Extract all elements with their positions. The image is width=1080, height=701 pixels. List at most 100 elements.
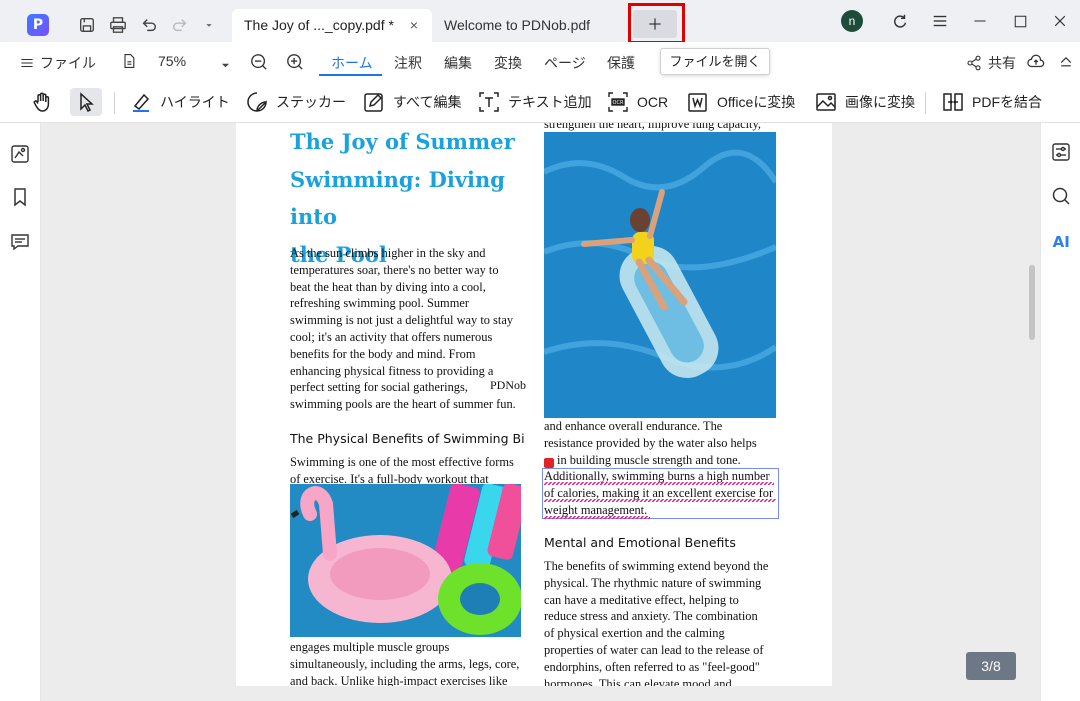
highlighter-icon [133,93,150,112]
page-indicator: 3/8 [966,652,1016,680]
text-line: of physical exertion and the calming [544,626,725,641]
bookmark-icon[interactable] [9,186,31,208]
tab-page[interactable]: ページ [544,53,586,73]
convert-to-office-button[interactable]: Officeに変換 [687,88,795,116]
share-button[interactable]: 共有 [966,53,1016,73]
tab-convert[interactable]: 変換 [494,53,522,73]
share-icon [967,55,981,71]
text-line: cool; it's an activity that offers numer… [290,329,493,344]
toolbar-divider [925,92,926,114]
text-line: benefits for the body and mind. From [290,346,476,361]
page-fit-icon[interactable] [121,53,137,72]
convert-to-image-button[interactable]: 画像に変換 [815,88,915,116]
squiggly-underline [544,482,774,485]
sync-icon[interactable] [890,11,910,31]
note-annotation-icon[interactable] [544,458,554,468]
mental-benefits-heading: Mental and Emotional Benefits [544,535,736,550]
text-line: enhancing physical fitness to providing … [290,363,494,378]
text-line: engages multiple muscle groups [290,640,450,654]
physical-paragraph-top: Swimming is one of the most effective fo… [290,454,530,488]
properties-panel-icon[interactable] [1050,141,1072,163]
select-tool-button[interactable] [70,88,102,116]
vertical-scrollbar-thumb[interactable] [1029,265,1035,340]
text-line: swimming pools are the heart of summer f… [290,397,516,412]
ocr-button[interactable]: OCR OCR [607,88,668,116]
svg-text:OCR: OCR [613,100,624,106]
plus-icon [649,18,661,30]
menu-bar: ファイル 75% ホーム 注釈 編集 変換 ページ 保護 共有 [0,42,1080,82]
left-sidebar [0,123,41,701]
tab-edit[interactable]: 編集 [444,53,472,73]
minimize-icon[interactable] [970,11,990,31]
text-line: simultaneously, including the arms, legs… [290,656,520,671]
thumbnails-icon[interactable] [9,143,31,165]
redo-icon[interactable] [169,14,191,36]
zoom-dropdown-icon[interactable] [221,57,230,73]
highlight-button[interactable]: ハイライト [130,88,230,116]
merge-pdf-button[interactable]: PDFを結合 [942,88,1042,116]
undo-icon[interactable] [138,14,160,36]
pdnob-watermark: PDNob [490,378,527,392]
convert-to-image-label: 画像に変換 [845,94,915,110]
sticker-label: ステッカー [276,94,346,110]
ocr-icon: OCR [608,92,628,112]
edit-all-label: すべて編集 [393,94,462,110]
cloud-upload-icon[interactable] [1026,53,1046,74]
comments-icon[interactable] [9,231,31,253]
title-line: The Joy of Summer [290,129,515,154]
zoom-out-icon[interactable] [250,53,268,74]
tab-label: Welcome to PDNob.pdf [444,17,591,33]
tab-active-document[interactable]: The Joy of ..._copy.pdf * × [232,9,432,42]
tab-protect[interactable]: 保護 [607,53,635,73]
text-line: swimming is not just a delightful way to… [290,313,514,328]
hand-tool-button[interactable] [31,88,53,116]
app-logo-icon[interactable]: P [27,14,49,36]
collapse-ribbon-icon[interactable] [1058,53,1074,72]
text-line: Swimming is one of the most effective fo… [290,455,514,469]
active-tab-underline [319,74,382,76]
text-line: physical. The rhythmic nature of swimmin… [544,575,762,590]
title-line: Swimming: Diving into [290,166,505,230]
close-window-icon[interactable] [1050,11,1070,31]
search-icon[interactable] [1050,185,1072,207]
add-text-button[interactable]: テキスト追加 [478,88,592,116]
tab-annotate[interactable]: 注釈 [394,53,422,73]
image-icon [816,93,836,111]
text-line: and back. Unlike high-impact exercises l… [290,673,508,686]
file-menu[interactable]: ファイル [20,53,96,73]
quick-access-dropdown-icon[interactable] [198,14,220,36]
tab-home[interactable]: ホーム [331,53,373,73]
ocr-label: OCR [637,94,669,110]
text-line: The benefits of swimming extend beyond t… [544,559,769,573]
pdf-page: The Joy of Summer Swimming: Diving into … [236,123,832,686]
text-selection-box [542,468,779,519]
text-line: As the sun climbs higher in the sky and [290,246,486,260]
sticker-icon [247,92,267,112]
sticker-button[interactable]: ステッカー [246,88,346,116]
ai-assistant-icon[interactable]: AI [1050,230,1072,252]
new-tab-button[interactable] [633,10,677,38]
edit-all-button[interactable]: すべて編集 [363,88,461,116]
squiggly-underline [544,516,650,519]
text-line: and enhance overall endurance. The [544,419,723,433]
highlight-label: ハイライト [160,94,230,110]
menu-list-icon [21,58,33,68]
save-icon[interactable] [76,14,98,36]
zoom-in-icon[interactable] [286,53,304,74]
squiggly-underline [544,499,776,502]
print-icon[interactable] [107,14,129,36]
tab-close-icon[interactable]: × [410,9,418,42]
user-avatar[interactable]: n [841,10,863,32]
merge-icon [943,93,963,111]
share-label: 共有 [988,55,1016,71]
edit-pen-icon [364,93,383,112]
cursor-arrow-icon [80,92,94,113]
hamburger-menu-icon[interactable] [930,11,950,31]
woman-in-pool-image [544,132,776,418]
tab-welcome-document[interactable]: Welcome to PDNob.pdf [432,9,620,42]
zoom-level-select[interactable]: 75% [158,53,186,69]
text-line: endorphins, often referred to as "feel-g… [544,659,760,674]
right-sidebar: AI [1040,123,1080,701]
text-box-icon [479,92,499,112]
maximize-icon[interactable] [1010,11,1030,31]
